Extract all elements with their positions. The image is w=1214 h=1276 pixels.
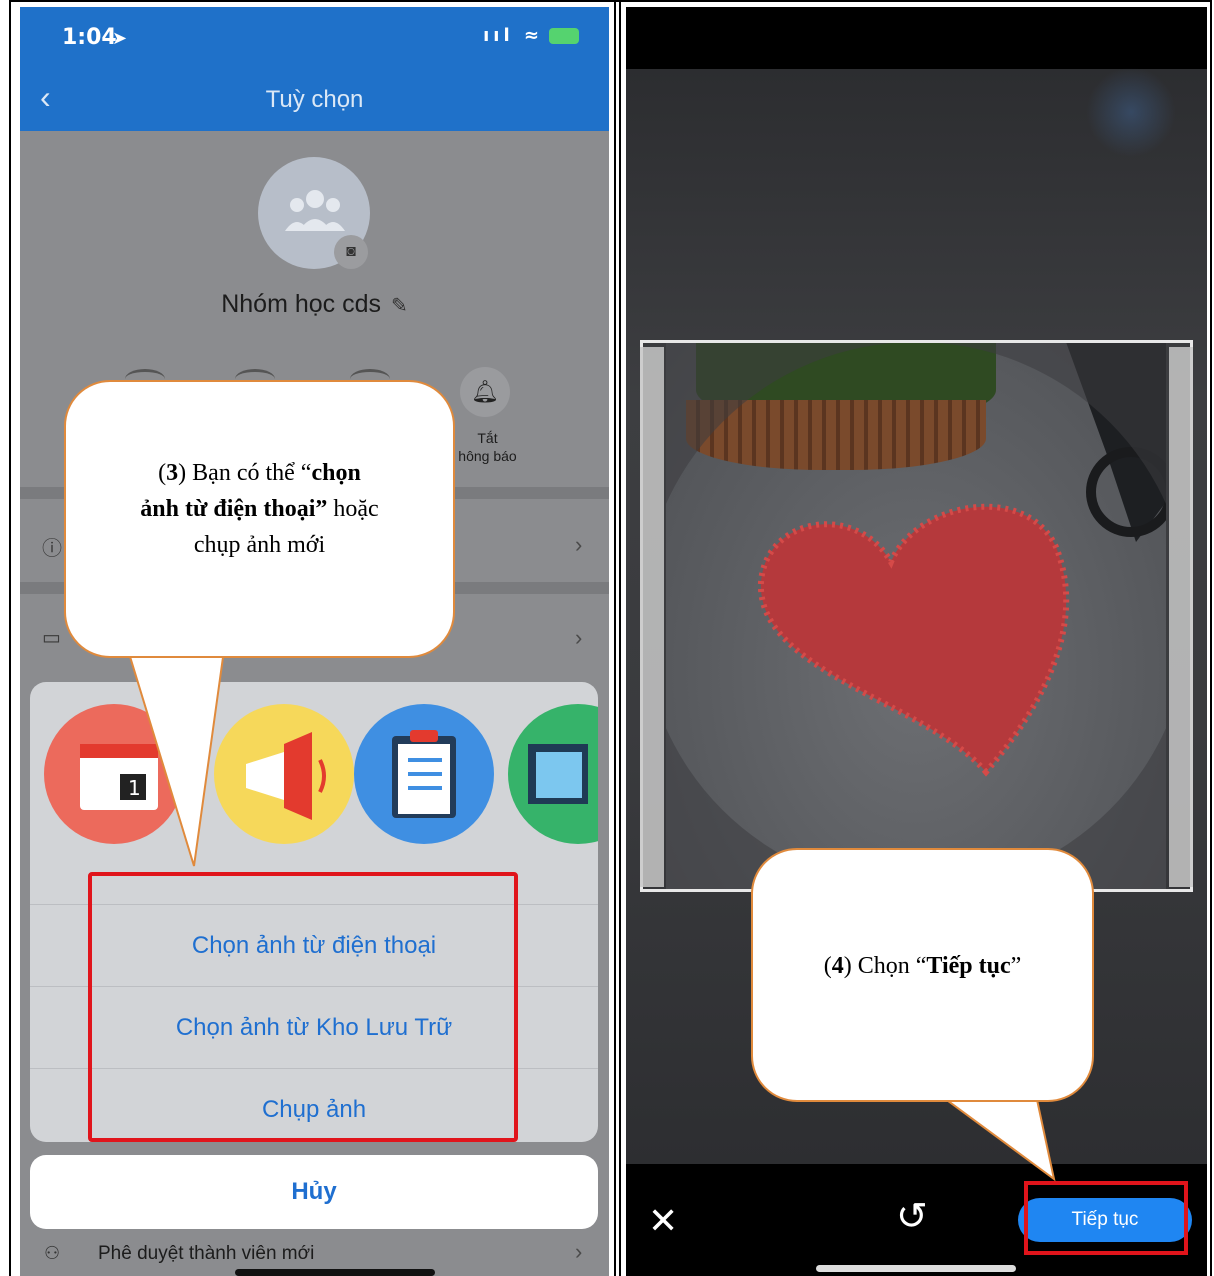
paren-open: ( bbox=[158, 460, 167, 486]
frame-line bbox=[614, 0, 616, 1276]
mute-label-line2: hông báo bbox=[458, 448, 517, 464]
instruction-part: ) Chọn “ bbox=[843, 953, 927, 979]
status-bar: 1:04 ➤ ııl ≈ bbox=[20, 7, 609, 67]
page-title: Tuỳ chọn bbox=[265, 86, 364, 113]
info-icon: ⓘ bbox=[42, 538, 62, 560]
rotate-icon[interactable]: ↺ bbox=[896, 1194, 928, 1239]
gallery-graphic bbox=[528, 744, 588, 804]
mute-label-line1: Tắt bbox=[477, 430, 498, 446]
camera-icon[interactable]: ◙ bbox=[334, 235, 368, 269]
instruction-text-3: (3) Bạn có thể “chọn ảnh từ điện thoại” … bbox=[84, 455, 435, 563]
crop-handle-right[interactable] bbox=[1169, 347, 1193, 887]
instruction-bold: Tiếp tục bbox=[926, 953, 1011, 979]
crop-frame[interactable] bbox=[640, 340, 1193, 892]
group-name: Nhóm học cds ✎ bbox=[20, 290, 609, 319]
instruction-part: hoặc bbox=[327, 496, 379, 522]
home-indicator bbox=[235, 1269, 435, 1276]
crop-handle-left[interactable] bbox=[640, 347, 664, 887]
frame-line bbox=[1210, 0, 1212, 1276]
instruction-part: chụp ảnh mới bbox=[193, 532, 326, 558]
highlight-box bbox=[1024, 1181, 1188, 1255]
highlight-box bbox=[88, 872, 518, 1142]
frame-line bbox=[9, 0, 1212, 2]
frame-line bbox=[619, 0, 621, 1276]
gallery-icon bbox=[508, 704, 598, 844]
instruction-bold: chọn bbox=[311, 460, 361, 486]
nav-bar: ‹ Tuỳ chọn bbox=[20, 67, 609, 131]
step-number: 4 bbox=[831, 953, 844, 979]
instruction-bold: ảnh từ điện thoại” bbox=[140, 496, 328, 522]
background-blur bbox=[1086, 67, 1176, 157]
location-arrow-icon: ➤ bbox=[112, 28, 128, 49]
mute-notifications-label: Tắt hông báo bbox=[450, 429, 525, 465]
callout-tail bbox=[126, 650, 226, 867]
approve-members-label: Phê duyệt thành viên mới bbox=[98, 1243, 315, 1264]
instruction-part: ” bbox=[1010, 953, 1022, 979]
chevron-right-icon[interactable]: › bbox=[575, 532, 582, 558]
bell-icon[interactable]: 🔔︎ bbox=[460, 367, 510, 417]
close-icon[interactable]: ✕ bbox=[648, 1200, 678, 1242]
frame-line bbox=[9, 0, 11, 1276]
group-name-text: Nhóm học cds bbox=[221, 290, 382, 318]
member-approve-icon: ⚇ bbox=[44, 1243, 61, 1263]
step-number: 3 bbox=[166, 460, 179, 486]
status-time: 1:04 bbox=[62, 25, 117, 50]
checklist-graphic bbox=[392, 730, 456, 818]
home-indicator bbox=[816, 1265, 1016, 1272]
checklist-icon bbox=[354, 704, 494, 844]
cancel-button[interactable]: Hủy bbox=[30, 1155, 598, 1229]
battery-icon bbox=[549, 28, 579, 44]
chevron-right-icon[interactable]: › bbox=[575, 625, 582, 651]
chevron-right-icon[interactable]: › bbox=[575, 1239, 582, 1265]
media-icon: ▭ bbox=[42, 627, 61, 649]
group-people-icon bbox=[285, 190, 345, 231]
instruction-part: ) Bạn có thể “ bbox=[178, 460, 312, 486]
signal-wifi-icon: ııl ≈ bbox=[483, 25, 579, 46]
paren-open: ( bbox=[823, 953, 832, 979]
callout-tail bbox=[940, 1095, 1056, 1182]
instruction-text-4: (4) Chọn “Tiếp tục” bbox=[760, 950, 1085, 982]
edit-pencil-icon[interactable]: ✎ bbox=[391, 295, 408, 317]
